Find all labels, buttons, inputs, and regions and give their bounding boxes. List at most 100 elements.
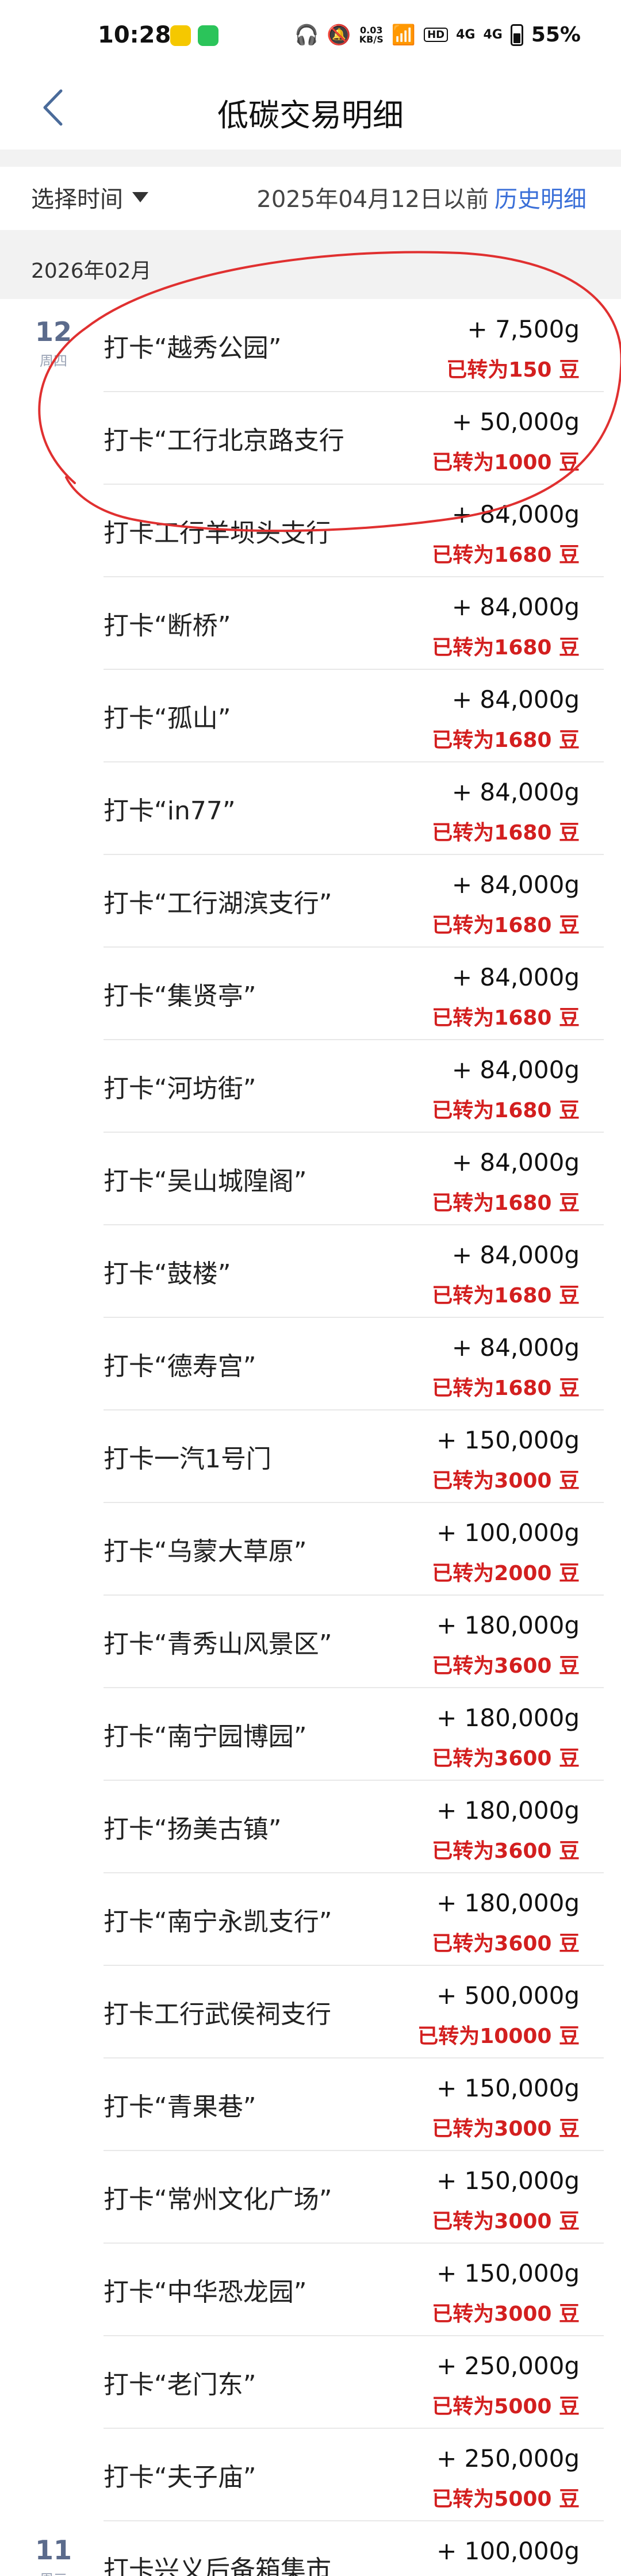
transaction-amount: + 84,000g	[451, 500, 580, 528]
history-detail-link[interactable]: 历史明细	[494, 181, 586, 214]
transaction-beans: 已转为1680 豆	[432, 1377, 580, 1400]
battery-percent: 55%	[531, 23, 581, 47]
transaction-beans: 已转为1680 豆	[432, 636, 580, 660]
transaction-row[interactable]: 打卡一汽1号门 + 150,000g 已转为3000 豆	[0, 1410, 621, 1503]
signal-icon-1: 4G	[456, 28, 476, 42]
transaction-row[interactable]: 打卡“乌蒙大草原” + 100,000g 已转为2000 豆	[0, 1502, 621, 1596]
transaction-beans: 已转为3600 豆	[432, 1747, 580, 1770]
row-divider	[103, 854, 604, 855]
row-divider	[103, 2242, 604, 2244]
row-divider	[103, 669, 604, 670]
section-divider	[0, 150, 621, 167]
transaction-row[interactable]: 打卡“集贤亭” + 84,000g 已转为1680 豆	[0, 947, 621, 1040]
transaction-row[interactable]: 打卡“扬美古镇” + 180,000g 已转为3600 豆	[0, 1780, 621, 1873]
row-divider	[103, 1872, 604, 1873]
transaction-name: 打卡“老门东”	[103, 2370, 256, 2399]
transaction-row[interactable]: 打卡“德寿宫” + 84,000g 已转为1680 豆	[0, 1317, 621, 1410]
day-weekday: 周三	[33, 2568, 74, 2576]
transaction-name: 打卡“南宁园博园”	[103, 1722, 307, 1751]
transaction-name: 打卡“工行北京路支行	[103, 426, 344, 455]
time-select-label: 选择时间	[31, 186, 123, 213]
day-weekday: 周四	[40, 353, 67, 369]
transaction-row[interactable]: 打卡“越秀公园” + 7,500g 已转为150 豆	[0, 299, 621, 392]
transaction-amount: + 150,000g	[436, 2259, 580, 2287]
transaction-row[interactable]: 打卡“夫子庙” + 250,000g 已转为5000 豆	[0, 2428, 621, 2521]
transaction-name: 打卡“青秀山风景区”	[103, 1630, 332, 1659]
transaction-amount: + 180,000g	[436, 1889, 580, 1917]
headphones-icon: 🎧	[294, 23, 319, 47]
row-divider	[103, 1317, 604, 1318]
transaction-row[interactable]: 打卡“吴山城隍阁” + 84,000g 已转为1680 豆	[0, 1132, 621, 1225]
transaction-name: 打卡“德寿宫”	[103, 1352, 256, 1381]
transaction-row[interactable]: 打卡兴义后备箱集市+ 100,000g已转为2000 豆	[0, 2521, 621, 2576]
transaction-beans: 已转为3000 豆	[432, 2302, 580, 2326]
transaction-name: 打卡“孤山”	[103, 704, 231, 733]
net-speed: 0.03 KB/S	[359, 24, 384, 45]
transaction-name: 打卡“越秀公园”	[103, 334, 282, 363]
transaction-amount: + 84,000g	[451, 685, 580, 714]
time-select-dropdown[interactable]: 选择时间	[31, 181, 148, 214]
transaction-amount: + 180,000g	[436, 1611, 580, 1639]
page-title: 低碳交易明细	[217, 97, 404, 133]
status-icons: 🎧 🔕 0.03 KB/S 📶 HD 4G 4G 55%	[294, 23, 581, 47]
transaction-amount: + 84,000g	[451, 1241, 580, 1269]
transaction-beans: 已转为1680 豆	[432, 729, 580, 752]
row-divider	[103, 576, 604, 577]
transaction-amount: + 84,000g	[451, 593, 580, 621]
transaction-name: 打卡“工行湖滨支行”	[103, 889, 332, 918]
transaction-amount: + 50,000g	[451, 408, 580, 436]
mute-icon: 🔕	[327, 23, 351, 47]
transaction-name: 打卡“鼓楼”	[103, 1259, 231, 1289]
transaction-amount: + 180,000g	[436, 1704, 580, 1732]
transaction-row[interactable]: 打卡“南宁永凯支行” + 180,000g 已转为3600 豆	[0, 1873, 621, 1966]
day-marker: 12 周四	[33, 316, 74, 370]
transaction-amount: + 180,000g	[436, 1796, 580, 1824]
transaction-row[interactable]: 打卡“孤山” + 84,000g 已转为1680 豆	[0, 669, 621, 762]
transaction-row[interactable]: 打卡工行羊坝头支行 + 84,000g 已转为1680 豆	[0, 484, 621, 577]
transaction-row[interactable]: 打卡“工行北京路支行 + 50,000g 已转为1000 豆	[0, 392, 621, 485]
row-divider	[103, 1502, 604, 1503]
transaction-beans: 已转为3000 豆	[432, 2117, 580, 2141]
row-divider	[103, 1780, 604, 1781]
transaction-list: 打卡兴义后备箱集市 + 100,000g 已转为2000 豆打卡“夫子庙” + 250…	[0, 299, 621, 2576]
transaction-row[interactable]: 打卡“青果巷” + 150,000g 已转为3000 豆	[0, 2058, 621, 2151]
transaction-row[interactable]: 打卡工行武侯祠支行 + 500,000g 已转为10000 豆	[0, 1965, 621, 2058]
transaction-amount: + 7,500g	[467, 315, 580, 343]
transaction-beans: 已转为3000 豆	[432, 2210, 580, 2233]
row-divider	[103, 2428, 604, 2429]
day-marker: 11 周三	[33, 2535, 74, 2576]
battery-icon	[510, 24, 523, 46]
transaction-beans: 已转为1680 豆	[432, 1191, 580, 1215]
row-divider	[103, 2520, 604, 2521]
nav-bar: 低碳交易明细	[0, 69, 621, 150]
row-divider	[103, 2057, 604, 2058]
transaction-beans: 已转为3000 豆	[432, 1469, 580, 1493]
transaction-row[interactable]: 打卡“南宁园博园” + 180,000g 已转为3600 豆	[0, 1688, 621, 1781]
transaction-name: 打卡“中华恐龙园”	[103, 2278, 307, 2307]
phone-notification-icon	[198, 25, 218, 46]
transaction-amount: + 84,000g	[451, 871, 580, 899]
transaction-beans: 已转为150 豆	[446, 358, 580, 382]
filter-row: 选择时间 2025年04月12日以前 历史明细	[0, 167, 621, 230]
transaction-row[interactable]: 打卡“in77” + 84,000g 已转为1680 豆	[0, 762, 621, 855]
caret-down-icon	[132, 192, 148, 202]
transaction-beans: 已转为1680 豆	[432, 914, 580, 937]
transaction-row[interactable]: 打卡“中华恐龙园” + 150,000g 已转为3000 豆	[0, 2243, 621, 2336]
transaction-beans: 已转为10000 豆	[417, 2025, 580, 2048]
row-divider	[103, 2335, 604, 2336]
transaction-row[interactable]: 打卡“鼓楼” + 84,000g 已转为1680 豆	[0, 1225, 621, 1318]
transaction-beans: 已转为3600 豆	[432, 1932, 580, 1956]
transaction-row[interactable]: 打卡“工行湖滨支行” + 84,000g 已转为1680 豆	[0, 854, 621, 948]
transaction-row[interactable]: 打卡“断桥” + 84,000g 已转为1680 豆	[0, 577, 621, 670]
transaction-amount: + 250,000g	[436, 2444, 580, 2472]
transaction-amount: + 84,000g	[451, 963, 580, 991]
transaction-beans: 已转为2000 豆	[432, 1562, 580, 1585]
transaction-name: 打卡工行武侯祠支行	[103, 2000, 331, 2029]
transaction-row[interactable]: 打卡“老门东” + 250,000g 已转为5000 豆	[0, 2336, 621, 2429]
transaction-row[interactable]: 打卡“常州文化广场” + 150,000g 已转为3000 豆	[0, 2150, 621, 2244]
transaction-row[interactable]: 打卡“青秀山风景区” + 180,000g 已转为3600 豆	[0, 1595, 621, 1688]
row-divider	[103, 946, 604, 948]
month-header: 2026年02月	[0, 230, 621, 299]
transaction-row[interactable]: 打卡“河坊街” + 84,000g 已转为1680 豆	[0, 1040, 621, 1133]
row-divider	[103, 761, 604, 762]
